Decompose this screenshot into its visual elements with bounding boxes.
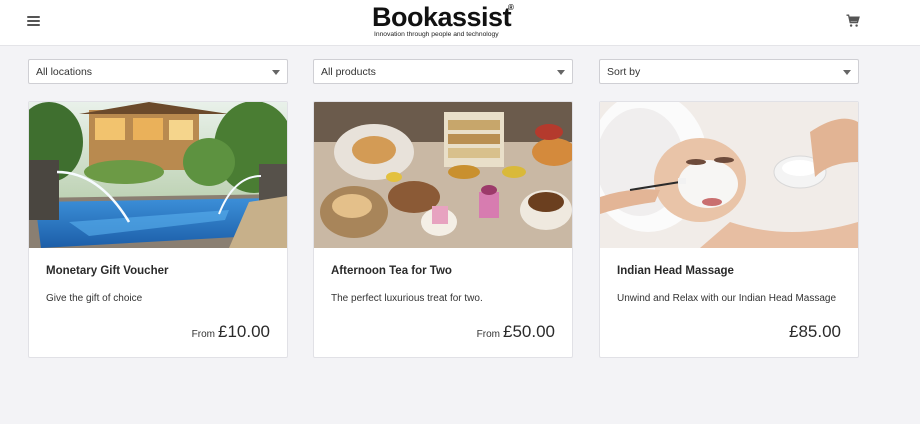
product-card-indian-head-massage[interactable]: Indian Head Massage Unwind and Relax wit… bbox=[599, 101, 859, 358]
price-prefix: From bbox=[191, 329, 215, 340]
registered-mark: ® bbox=[508, 3, 514, 12]
location-filter-select[interactable]: All locations bbox=[28, 59, 288, 84]
site-header: Bookassist ® Innovation through people a… bbox=[0, 0, 920, 46]
product-card-gift-voucher[interactable]: Monetary Gift Voucher Give the gift of c… bbox=[28, 101, 288, 358]
product-price-group: From £10.00 bbox=[192, 322, 270, 342]
product-description: Give the gift of choice bbox=[46, 293, 143, 304]
sort-value: Sort by bbox=[607, 66, 641, 78]
brand-tagline: Innovation through people and technology bbox=[374, 31, 499, 38]
product-image-afternoon-tea bbox=[314, 102, 572, 248]
product-image-pool bbox=[29, 102, 287, 248]
shopping-cart-icon[interactable] bbox=[846, 14, 860, 28]
product-image-facial bbox=[600, 102, 858, 248]
chevron-down-icon bbox=[557, 70, 565, 75]
location-filter-value: All locations bbox=[36, 66, 93, 78]
price-prefix: From bbox=[476, 329, 500, 340]
brand-logo[interactable]: Bookassist ® Innovation through people a… bbox=[372, 2, 522, 42]
product-price-group: From £50.00 bbox=[477, 322, 555, 342]
product-filter-select[interactable]: All products bbox=[313, 59, 573, 84]
product-price: £50.00 bbox=[503, 322, 555, 341]
product-price-group: £85.00 bbox=[789, 322, 841, 342]
product-description: Unwind and Relax with our Indian Head Ma… bbox=[617, 293, 837, 304]
chevron-down-icon bbox=[272, 70, 280, 75]
brand-name: Bookassist bbox=[372, 2, 512, 32]
product-price: £10.00 bbox=[218, 322, 270, 341]
product-title: Indian Head Massage bbox=[617, 265, 734, 277]
product-price: £85.00 bbox=[789, 322, 841, 341]
chevron-down-icon bbox=[843, 70, 851, 75]
hamburger-menu-icon[interactable] bbox=[27, 15, 41, 27]
product-title: Afternoon Tea for Two bbox=[331, 265, 452, 277]
product-title: Monetary Gift Voucher bbox=[46, 265, 169, 277]
product-filter-value: All products bbox=[321, 66, 376, 78]
product-description: The perfect luxurious treat for two. bbox=[331, 293, 483, 304]
sort-select[interactable]: Sort by bbox=[599, 59, 859, 84]
product-card-afternoon-tea[interactable]: Afternoon Tea for Two The perfect luxuri… bbox=[313, 101, 573, 358]
